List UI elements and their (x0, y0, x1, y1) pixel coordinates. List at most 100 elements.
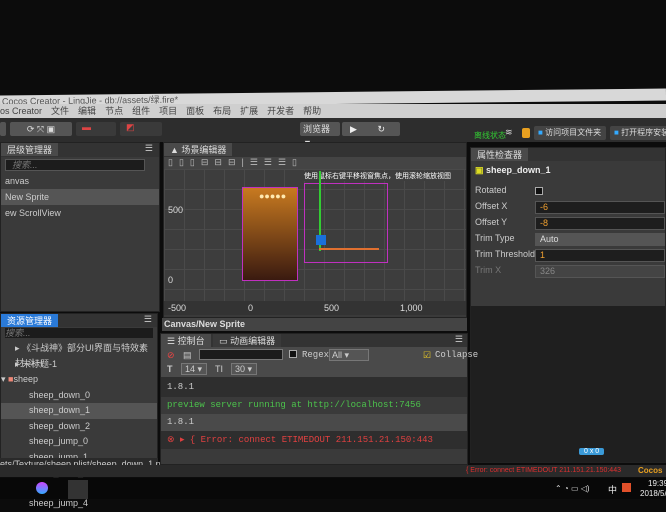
sprite-frame-icon: ▣ (475, 165, 484, 175)
error-icon: ⊗ ▸ (167, 435, 190, 445)
tool-move-button[interactable] (0, 122, 6, 136)
prop-label: Offset X (475, 201, 508, 211)
inspector-panel: 属性检查器 ▣ sheep_down_1 Rotated Offset X -6 … (470, 147, 666, 463)
y-tick: 500 (168, 205, 184, 215)
x-tick: -500 (168, 303, 187, 313)
scene-tab[interactable]: ▲ 场景编辑器 (164, 143, 233, 156)
menu-icon[interactable]: ☰ (455, 334, 463, 345)
align-toolbar[interactable]: ▯▯▯⊟⊟⊟|☰☰☰▯ (164, 157, 466, 169)
x-tick: 0 (248, 303, 254, 313)
menu-file[interactable]: 文件 (51, 104, 69, 118)
x-axis-gizmo[interactable] (319, 248, 379, 250)
coord-toggle[interactable]: ◩ (120, 122, 162, 136)
menu-extension[interactable]: 扩展 (240, 104, 258, 118)
scene-panel: ▲ 场景编辑器 ▯▯▯⊟⊟⊟|☰☰☰▯ 使用鼠标右键平移视窗焦点，使用滚轮缩放视… (163, 142, 467, 318)
menu-node[interactable]: 节点 (105, 104, 123, 118)
trim-type-select[interactable]: Auto (535, 233, 665, 246)
inspector-tab[interactable]: 属性检查器 (471, 148, 529, 161)
collapse-checkbox[interactable]: ☑ (423, 350, 431, 361)
log-level-select[interactable]: All ▾ (329, 349, 369, 361)
preview-platform-select[interactable]: 浏览器 ▼ (300, 122, 340, 148)
offset-y-input[interactable]: -8 (535, 217, 665, 230)
scene-hint: 使用鼠标右键平移视窗焦点，使用滚轮缩放视图 (304, 171, 451, 181)
regex-checkbox[interactable] (289, 350, 297, 358)
log-line: preview server running at http://localho… (161, 397, 467, 414)
tree-item-new-sprite[interactable]: New Sprite (1, 189, 159, 205)
asset-item-selected[interactable]: sheep_down_1 (1, 403, 157, 419)
scene-viewport[interactable]: 使用鼠标右键平移视窗焦点，使用滚轮缩放视图 500 0 ●●●●● (164, 169, 466, 301)
pivot-toggle[interactable]: ▬ (76, 122, 116, 136)
canvas-bounds (304, 183, 388, 263)
error-line[interactable]: ⊗ ▸ { Error: connect ETIMEDOUT 211.151.2… (161, 431, 467, 449)
menu-project[interactable]: 项目 (159, 104, 177, 118)
app-icon[interactable] (36, 482, 48, 494)
node-name: sheep_down_1 (486, 165, 551, 175)
ime-app-icon[interactable] (622, 483, 631, 492)
assets-panel: 资源管理器 ☰ 搜索... ▸ 《斗战神》部分UI界面与特效素材-斗H ▸ 未标题… (0, 313, 158, 508)
clear-icon[interactable]: ⊘ (167, 350, 175, 361)
console-filter-input[interactable] (199, 349, 283, 360)
y-tick: 0 (168, 275, 174, 285)
folder-icon: ■ (538, 128, 543, 137)
asset-folder[interactable]: ▸ 《斗战神》部分UI界面与特效素材-斗H (1, 341, 157, 368)
tray-icons[interactable]: ⌃ ◔ ▭ ◁) (555, 484, 590, 493)
app-icon-cocos[interactable] (68, 480, 88, 499)
asset-folder[interactable]: ▸ 未标题-1 (1, 357, 157, 373)
menu-icon[interactable]: ☰ (144, 314, 152, 325)
line-height-select[interactable]: 30 ▾ (231, 363, 257, 375)
x-ruler: -500 0 500 1,000 (164, 301, 466, 315)
menu-developer[interactable]: 开发者 (267, 104, 294, 118)
asset-atlas[interactable]: ▾ ■sheep (1, 372, 157, 388)
asset-item[interactable]: sheep_jump_0 (1, 434, 157, 450)
menu-help[interactable]: 帮助 (303, 104, 321, 118)
scene-icon: ▲ (170, 145, 182, 155)
play-controls[interactable]: ▶ ↻ (342, 122, 400, 136)
open-log-icon[interactable]: ▤ (183, 350, 192, 361)
status-error[interactable]: { Error: connect ETIMEDOUT 211.151.21.15… (466, 465, 621, 477)
menu-app[interactable]: os Creator (0, 104, 42, 118)
console-tab[interactable]: ☰ 控制台 (161, 334, 211, 347)
trim-threshold-input[interactable]: 1 (535, 249, 665, 262)
tree-item-scrollview[interactable]: ew ScrollView (1, 205, 159, 221)
tree-item-canvas[interactable]: anvas (1, 173, 159, 189)
ime-indicator[interactable]: 中 (608, 483, 617, 496)
animation-tab[interactable]: ▭ 动画编辑器 (213, 334, 282, 347)
taskbar: ⌃ ◔ ▭ ◁) 中 19:39 2018/5/ (0, 478, 666, 499)
clock-time[interactable]: 19:39 (648, 479, 666, 488)
collapse-label: Collapse (435, 350, 479, 360)
trim-x-input: 326 (535, 265, 665, 278)
menu-edit[interactable]: 编辑 (78, 104, 96, 118)
scene-breadcrumb: Canvas/New Sprite (162, 318, 467, 331)
play-button[interactable]: ▶ (350, 124, 357, 134)
sprite-node[interactable]: ●●●●● (242, 187, 298, 281)
menu-icon[interactable]: ☰ (145, 143, 153, 154)
sprite-beads: ●●●●● (259, 191, 287, 201)
hierarchy-search-input[interactable]: 搜索... (5, 159, 145, 171)
network-status: 离线状态 (474, 131, 506, 140)
menu-component[interactable]: 组件 (132, 104, 150, 118)
assets-tab[interactable]: 资源管理器 (1, 314, 59, 327)
asset-item[interactable]: sheep_down_0 (1, 388, 157, 404)
preview-size-badge: 0 x 0 (579, 448, 605, 455)
offset-x-input[interactable]: -6 (535, 201, 665, 214)
menu-layout[interactable]: 布局 (213, 104, 231, 118)
hierarchy-tab[interactable]: 层级管理器 (1, 143, 59, 156)
notification-icon[interactable] (522, 128, 530, 138)
font-size-select[interactable]: 14 ▾ (181, 363, 207, 375)
console-panel: ☰ 控制台 ▭ 动画编辑器 ☰ ⊘ ▤ Regex All ▾ ☑ Collap… (160, 333, 478, 465)
open-install-folder-button[interactable]: ■ 打开程序安装 (610, 126, 666, 140)
toolbar: ⟳ ⤧ ▣ ▬ ◩ 浏览器 ▼ ▶ ↻ 离线状态 ≋ ■ 访问项目文件夹 ■ 打… (0, 118, 666, 148)
log-line: 1.8.1 (161, 414, 467, 431)
prop-label: Trim Type (475, 233, 515, 243)
asset-item[interactable]: sheep_down_2 (1, 419, 157, 435)
rotated-checkbox[interactable] (535, 187, 543, 195)
open-project-folder-button[interactable]: ■ 访问项目文件夹 (534, 126, 606, 140)
transform-tools[interactable]: ⟳ ⤧ ▣ (10, 122, 72, 136)
refresh-button[interactable]: ↻ (377, 124, 385, 134)
prop-label: Offset Y (475, 217, 508, 227)
move-gizmo-handle[interactable] (316, 235, 326, 245)
clock-date[interactable]: 2018/5/ (640, 489, 666, 498)
menu-panel[interactable]: 面板 (186, 104, 204, 118)
assets-search-input[interactable]: 搜索... (5, 328, 153, 338)
line-height-icon: TI (215, 364, 223, 374)
